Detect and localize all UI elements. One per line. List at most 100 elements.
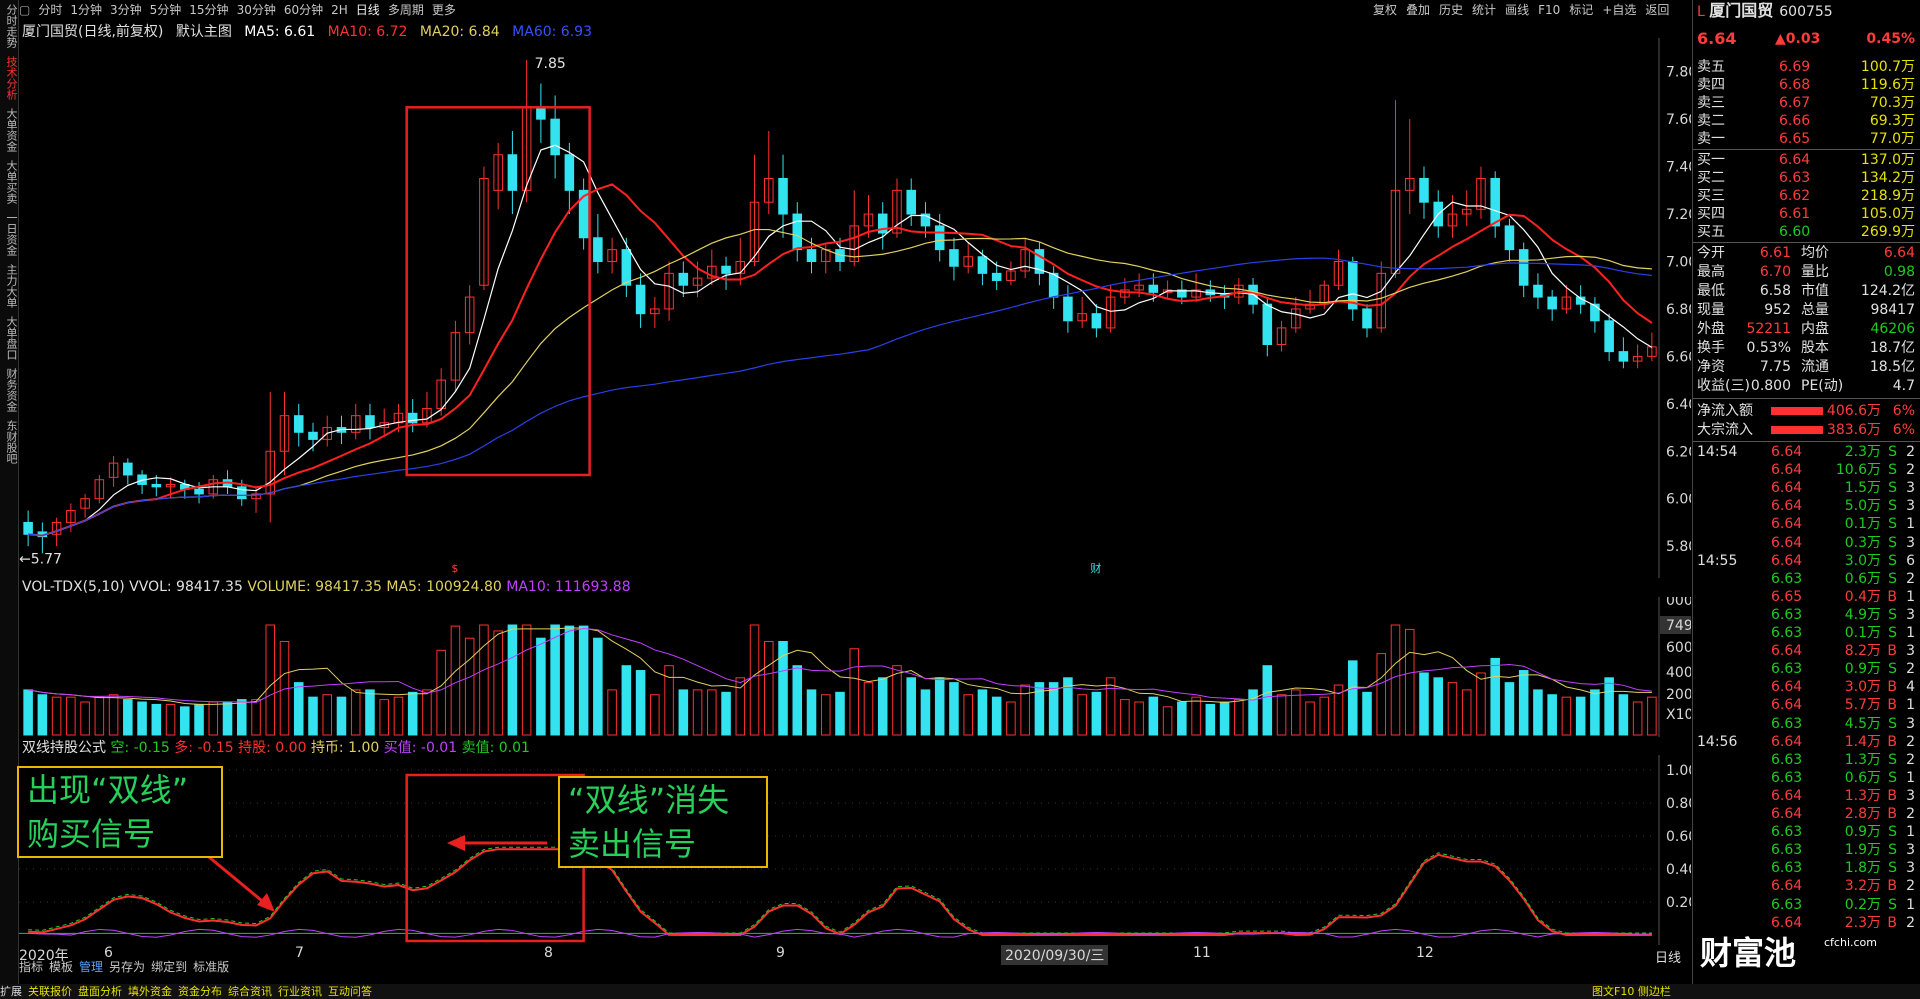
tool-tab-0[interactable]: 指标: [19, 960, 43, 974]
candle: [1518, 242, 1529, 298]
toolbar-btn-8[interactable]: 返回: [1645, 3, 1669, 17]
tool-tab-1[interactable]: 模板: [49, 960, 73, 974]
quote-row: 6.64 1.5万 S 3: [1697, 479, 1919, 497]
period-tab-1[interactable]: 1分钟: [70, 3, 102, 17]
candle: [1533, 273, 1543, 309]
candle: [635, 273, 646, 328]
bottom-tab-2[interactable]: 盘面分析: [78, 985, 122, 998]
candle: [949, 237, 959, 281]
tick-side: B: [1887, 914, 1897, 931]
toolbar-btn-7[interactable]: +自选: [1602, 3, 1636, 17]
tick-side: B: [1887, 643, 1897, 660]
tick-count: 3: [1906, 787, 1915, 804]
tick-count: 2: [1906, 444, 1915, 460]
left-tab-4[interactable]: 一日资金: [0, 212, 18, 256]
period-tab-0[interactable]: 分时: [38, 3, 62, 17]
volume-bar: [1262, 665, 1273, 736]
candle: [578, 178, 589, 250]
bottom-tab-5[interactable]: 综合资讯: [228, 985, 272, 998]
tick-side: S: [1888, 444, 1897, 460]
left-tab-7[interactable]: 财务资金: [0, 368, 18, 412]
event-marker[interactable]: 财: [1090, 561, 1101, 575]
tick-side: S: [1888, 462, 1897, 479]
volume-bar: [436, 649, 446, 736]
tool-tab-3[interactable]: 另存为: [109, 960, 145, 974]
quote-row: 6.63 0.6万 S 2: [1697, 570, 1919, 588]
left-tab-5[interactable]: 主力大单: [0, 264, 18, 308]
candle: [707, 249, 717, 286]
left-tab-3[interactable]: 大单买卖: [0, 160, 18, 204]
candle: [507, 131, 518, 215]
side-panel-toggle[interactable]: 图文F10 侧边栏: [1592, 984, 1671, 999]
bottom-tab-1[interactable]: 关联报价: [28, 985, 72, 998]
period-tab-9[interactable]: 多周期: [388, 3, 424, 17]
tick-count: 2: [1906, 462, 1915, 479]
tool-tab-2[interactable]: 管理: [79, 960, 103, 974]
bottom-tab-6[interactable]: 行业资讯: [278, 985, 322, 998]
candle: [379, 408, 389, 435]
bottom-tab-0[interactable]: 扩展: [0, 985, 22, 998]
toolbar-btn-5[interactable]: F10: [1538, 3, 1560, 17]
period-tab-3[interactable]: 5分钟: [150, 3, 182, 17]
tick-count: 2: [1906, 661, 1915, 678]
tick-price: 6.63: [1771, 625, 1803, 641]
tick-volume: 2.3万: [1844, 914, 1881, 931]
volume-bar: [251, 699, 261, 736]
quote-row: 6.63 0.9万 S 2: [1697, 660, 1919, 678]
period-tab-10[interactable]: 更多: [432, 3, 456, 17]
bottom-tab-4[interactable]: 资金分布: [178, 985, 222, 998]
tick-side: S: [1888, 715, 1897, 732]
toolbar-btn-6[interactable]: 标记: [1569, 3, 1593, 17]
stat-value: 952: [1764, 302, 1791, 318]
toolbar-btn-0[interactable]: 复权: [1373, 3, 1397, 17]
candle: [764, 131, 774, 215]
period-tab-2[interactable]: 3分钟: [110, 3, 142, 17]
tick-price: 6.63: [1771, 661, 1803, 678]
indicator-chart[interactable]: 1.00 0.80 0.60 0.40 0.20: [19, 755, 1691, 945]
bottom-tab-3[interactable]: 填外资金: [128, 985, 172, 998]
volume-bar: [379, 699, 389, 736]
menu-icon[interactable]: ▢: [19, 3, 30, 17]
tick-side: S: [1888, 625, 1897, 641]
candle: [322, 415, 333, 447]
period-tab-4[interactable]: 15分钟: [189, 3, 228, 17]
ob-label: 买二: [1697, 170, 1725, 186]
stat-label: 现量: [1697, 302, 1725, 318]
period-tab-6[interactable]: 60分钟: [284, 3, 323, 17]
event-marker[interactable]: $: [451, 562, 458, 575]
ob-price: 6.64: [1779, 152, 1811, 168]
bottom-tab-7[interactable]: 互动问答: [328, 985, 372, 998]
ob-price: 6.60: [1779, 224, 1811, 240]
kline-chart[interactable]: 7.80 7.60 7.40 7.20 7.00 6.80 6.60 6.40 6.20 6.00…: [19, 38, 1691, 578]
ob-volume: 105.0万: [1860, 206, 1915, 222]
quote-row: 6.63 1.9万 S 3: [1697, 841, 1919, 859]
flow-pct: 6%: [1892, 422, 1915, 438]
period-corner-label[interactable]: 日线: [1655, 947, 1681, 966]
price-tick: 7.20: [1666, 207, 1691, 223]
left-tab-6[interactable]: 大单盘口: [0, 316, 18, 360]
left-tab-2[interactable]: 大单资金: [0, 108, 18, 152]
left-tab-0[interactable]: 分时走势: [0, 4, 18, 48]
toolbar-btn-3[interactable]: 统计: [1472, 3, 1496, 17]
tool-tab-4[interactable]: 绑定到: [151, 960, 187, 974]
toolbar-btn-2[interactable]: 历史: [1439, 3, 1463, 17]
x-tick: 7: [295, 945, 304, 961]
left-tab-1[interactable]: 技术分析: [0, 56, 18, 100]
volume-bar: [1134, 701, 1144, 736]
period-tab-8[interactable]: 日线: [356, 3, 380, 17]
volume-bar: [892, 665, 902, 736]
period-tab-5[interactable]: 30分钟: [237, 3, 276, 17]
ob-price: 6.68: [1779, 77, 1811, 93]
ob-volume: 69.3万: [1869, 113, 1915, 129]
volume-chart[interactable]: 00000 74993 60000 40000 20000 X10: [19, 597, 1691, 737]
price-tick: 6.20: [1666, 444, 1691, 460]
left-tab-8[interactable]: 东财股吧: [0, 420, 18, 464]
candle: [1105, 285, 1116, 333]
period-tab-7[interactable]: 2H: [331, 3, 348, 17]
tool-tab-5[interactable]: 标准版: [193, 960, 229, 974]
toolbar-btn-1[interactable]: 叠加: [1406, 3, 1430, 17]
volume-bar: [51, 696, 62, 736]
tick-volume: 0.1万: [1844, 516, 1881, 533]
price-tick: 7.00: [1666, 254, 1691, 270]
toolbar-btn-4[interactable]: 画线: [1505, 3, 1529, 17]
